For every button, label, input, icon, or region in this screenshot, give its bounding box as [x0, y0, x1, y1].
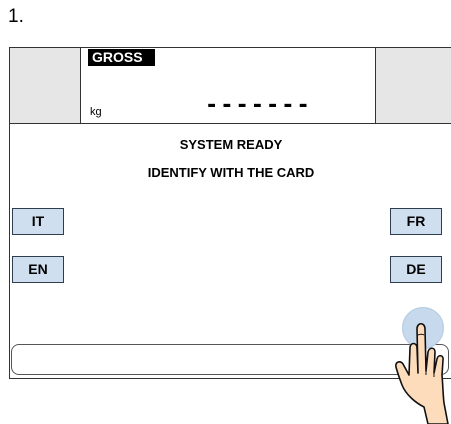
status-message: SYSTEM READY: [179, 137, 283, 152]
language-button-en[interactable]: EN: [12, 256, 64, 283]
unit-label: kg: [90, 106, 102, 118]
header-left-panel: [10, 48, 81, 123]
card-input-field[interactable]: [11, 344, 449, 375]
language-button-de[interactable]: DE: [390, 256, 442, 283]
weight-display: -------: [205, 93, 312, 118]
gross-label: GROSS: [88, 49, 155, 66]
language-button-fr[interactable]: FR: [390, 208, 442, 235]
weight-header: GROSS kg -------: [10, 48, 451, 124]
pointing-hand-icon: [395, 322, 449, 424]
instruction-message: IDENTIFY WITH THE CARD: [147, 165, 315, 180]
language-button-it[interactable]: IT: [12, 208, 64, 235]
terminal-screen: GROSS kg ------- SYSTEM READY IDENTIFY W…: [9, 47, 451, 379]
step-number: 1.: [8, 6, 24, 27]
header-right-panel: [375, 48, 451, 123]
